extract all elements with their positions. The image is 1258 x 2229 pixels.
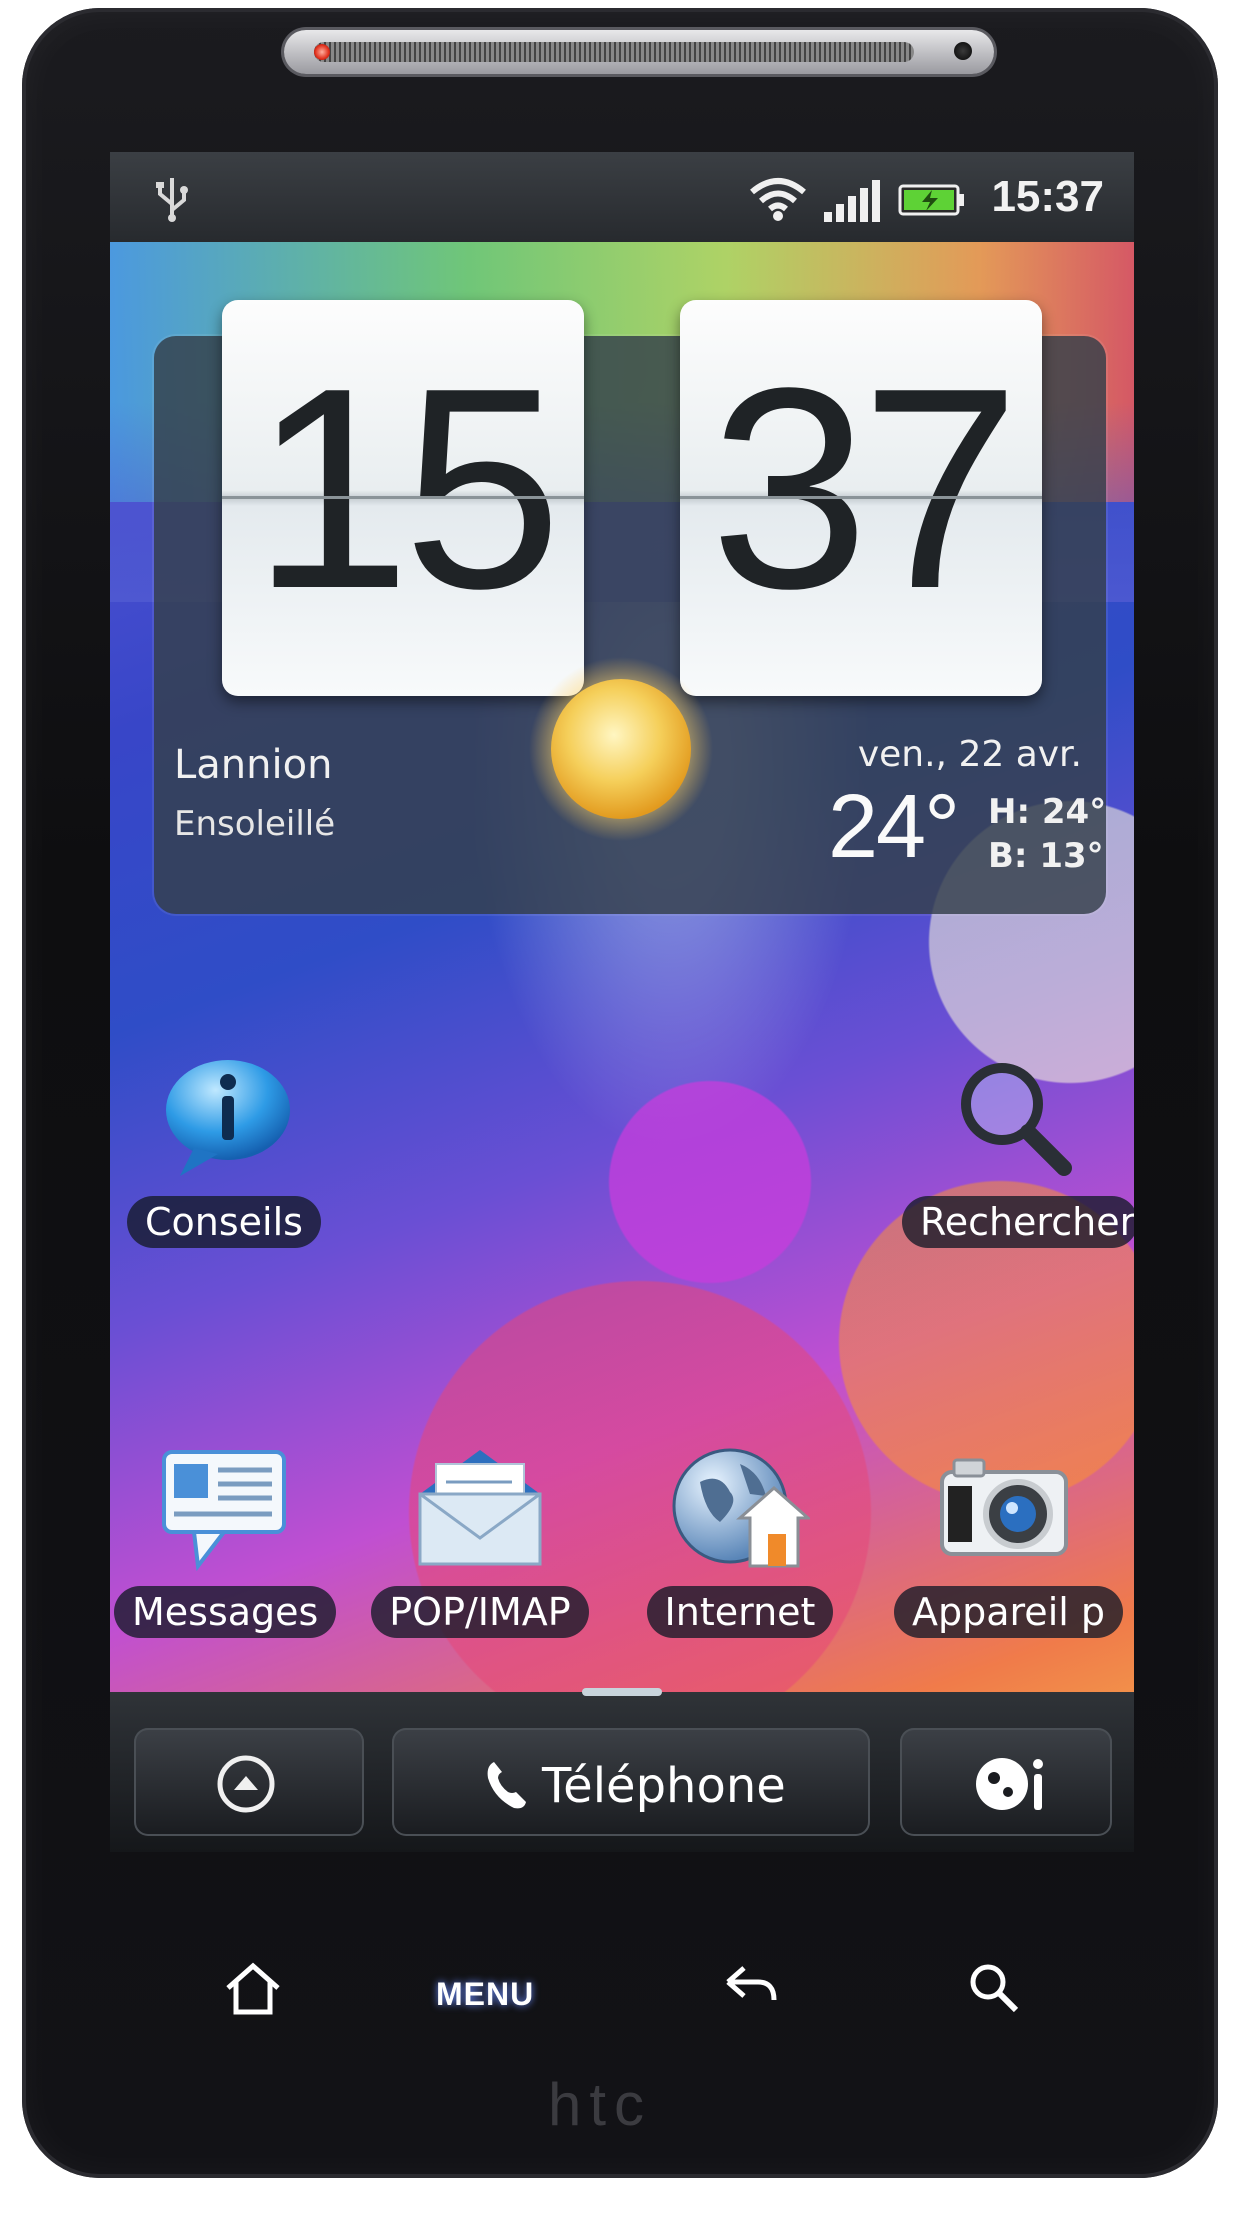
phone-button[interactable]: Téléphone <box>392 1728 870 1836</box>
shortcut-rechercher[interactable]: Rechercher <box>902 1052 1134 1252</box>
front-camera <box>954 42 972 60</box>
home-key-icon[interactable] <box>222 1960 284 2018</box>
clock-hours: 15 <box>251 328 562 648</box>
sun-icon <box>529 657 713 841</box>
shortcut-label-rechercher: Rechercher <box>902 1196 1134 1248</box>
shortcut-conseils[interactable]: Conseils <box>114 1052 334 1252</box>
personalize-button[interactable] <box>900 1728 1112 1836</box>
dock-drag-handle[interactable] <box>582 1688 662 1696</box>
usb-icon <box>156 178 188 222</box>
signal-icon <box>824 180 880 222</box>
phone-screen: 15:37 15 37 Lannion Ensoleillé ven., 22 … <box>110 152 1134 1852</box>
shortcut-appareil-photo[interactable]: Appareil p <box>894 1442 1124 1642</box>
weather-city: Lannion <box>174 742 333 788</box>
clock-minutes: 37 <box>709 328 1020 648</box>
weather-low: B: 13° <box>988 836 1104 876</box>
phone-button-label: Téléphone <box>542 1758 786 1814</box>
back-key-icon[interactable] <box>720 1960 780 2014</box>
wifi-icon <box>750 178 806 221</box>
weather-high: H: 24° <box>988 792 1107 832</box>
clock-hours-card: 15 <box>222 300 584 696</box>
clock-minutes-card: 37 <box>680 300 1042 696</box>
flip-divider <box>222 496 584 499</box>
phone-handset-icon <box>487 1762 526 1809</box>
internet-globe-icon <box>672 1448 810 1568</box>
camera-icon <box>940 1458 1068 1556</box>
mail-envelope-icon <box>418 1450 542 1566</box>
personalize-icon <box>976 1758 1043 1810</box>
speaker-grill <box>314 42 914 62</box>
shortcut-label-conseils: Conseils <box>127 1196 321 1248</box>
shortcut-popimap[interactable]: POP/IMAP <box>370 1442 590 1642</box>
shortcut-label-appareil-photo: Appareil p <box>894 1586 1124 1638</box>
notification-led <box>314 44 330 60</box>
battery-icon <box>898 184 964 216</box>
weather-temperature: 24° <box>828 777 960 877</box>
all-apps-button[interactable] <box>134 1728 364 1836</box>
search-icon <box>961 1063 1072 1176</box>
shortcut-messages[interactable]: Messages <box>114 1442 337 1642</box>
status-bar[interactable]: 15:37 <box>110 152 1134 242</box>
flip-divider <box>680 496 1042 499</box>
shortcut-label-popimap: POP/IMAP <box>371 1586 589 1638</box>
status-time: 15:37 <box>991 172 1104 221</box>
weather-condition: Ensoleillé <box>174 804 336 844</box>
chevron-up-circle-icon <box>217 1755 275 1813</box>
shortcut-label-messages: Messages <box>114 1586 337 1638</box>
bottom-dock: Téléphone <box>110 1688 1134 1852</box>
messages-icon <box>162 1450 286 1572</box>
search-key-icon[interactable] <box>966 1960 1022 2016</box>
shortcut-internet[interactable]: Internet <box>630 1442 850 1642</box>
weather-date: ven., 22 avr. <box>857 734 1082 775</box>
info-bubble-icon <box>166 1060 290 1176</box>
shortcut-label-internet: Internet <box>646 1586 834 1638</box>
menu-key[interactable]: MENU <box>436 1976 534 2013</box>
brand-logo: htc <box>548 2071 653 2138</box>
earpiece-speaker <box>284 30 994 74</box>
